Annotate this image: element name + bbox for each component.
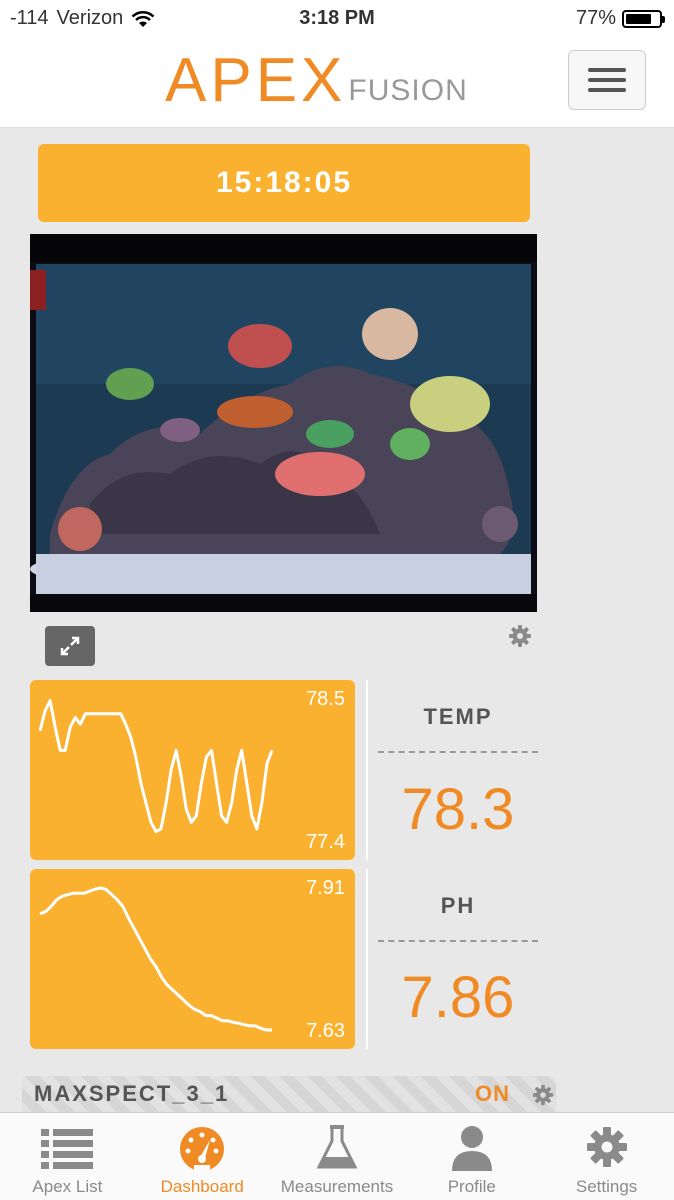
temp-graph-min: 77.4: [306, 831, 345, 853]
tab-label: Profile: [447, 1177, 496, 1196]
tab-apex-list[interactable]: Apex List: [0, 1113, 135, 1200]
tab-label: Dashboard: [160, 1177, 244, 1196]
temp-probe-name: TEMP: [423, 704, 493, 729]
hamburger-line: [588, 78, 626, 82]
outlet-settings-gear-icon[interactable]: [532, 1084, 554, 1106]
tab-label: Measurements: [280, 1177, 394, 1196]
person-icon: [451, 1126, 492, 1171]
hamburger-line: [588, 88, 626, 92]
outlet-name: MAXSPECT_3_1: [34, 1081, 230, 1106]
status-time: 3:18 PM: [299, 7, 375, 29]
camera-settings-gear-icon[interactable]: [508, 624, 532, 648]
bottom-tab-bar: Apex List Dashboard Measurements Profile: [0, 1112, 674, 1200]
outlet-state[interactable]: ON: [475, 1081, 510, 1107]
aquarium-camera-image[interactable]: [30, 234, 537, 612]
controller-clock: 15:18:05: [38, 144, 530, 222]
tab-label: Apex List: [32, 1177, 103, 1196]
temp-divider: [366, 680, 368, 860]
temp-dash-divider: [378, 751, 538, 753]
battery-fill: [626, 13, 651, 24]
tab-profile[interactable]: Profile: [404, 1113, 539, 1200]
ph-probe-value: 7.86: [401, 965, 515, 1030]
hamburger-menu-button[interactable]: [568, 50, 646, 110]
apex-fusion-logo: APEX FUSION: [165, 50, 468, 112]
temp-graph-card[interactable]: 78.5 77.4: [30, 680, 355, 860]
ph-graph-card[interactable]: 7.91 7.63: [30, 869, 355, 1049]
tab-label: Settings: [575, 1177, 638, 1196]
expand-arrows-icon: [60, 636, 80, 656]
logo-fusion-text: FUSION: [348, 74, 468, 107]
ph-probe-name: PH: [440, 893, 476, 918]
flask-icon: [316, 1125, 358, 1169]
tab-settings[interactable]: Settings: [539, 1113, 674, 1200]
gear-icon: [586, 1127, 627, 1167]
logo-apex-text: APEX: [165, 46, 347, 115]
dashboard-gauge-icon: [180, 1127, 225, 1171]
ph-graph-max: 7.91: [306, 877, 345, 899]
battery-icon: [622, 9, 665, 28]
battery-info: 77%: [575, 7, 665, 30]
expand-image-button[interactable]: [45, 626, 95, 666]
tab-dashboard[interactable]: Dashboard: [135, 1113, 270, 1200]
hamburger-menu-icon: [588, 68, 626, 72]
status-bar: -114 Verizon 3:18 PM 77%: [0, 0, 674, 38]
ph-dash-divider: [378, 940, 538, 942]
ph-divider: [366, 869, 368, 1049]
battery-percent: 77%: [575, 7, 616, 29]
list-icon: [41, 1129, 94, 1169]
temp-probe-value: 78.3: [401, 777, 515, 842]
aquarium-illustration: [30, 234, 537, 612]
outlet-maxspect[interactable]: MAXSPECT_3_1 ON: [22, 1076, 556, 1116]
app-header: APEX FUSION: [0, 38, 674, 128]
tab-measurements[interactable]: Measurements: [270, 1113, 405, 1200]
ph-graph-min: 7.63: [306, 1020, 345, 1042]
temp-graph-max: 78.5: [306, 688, 345, 710]
